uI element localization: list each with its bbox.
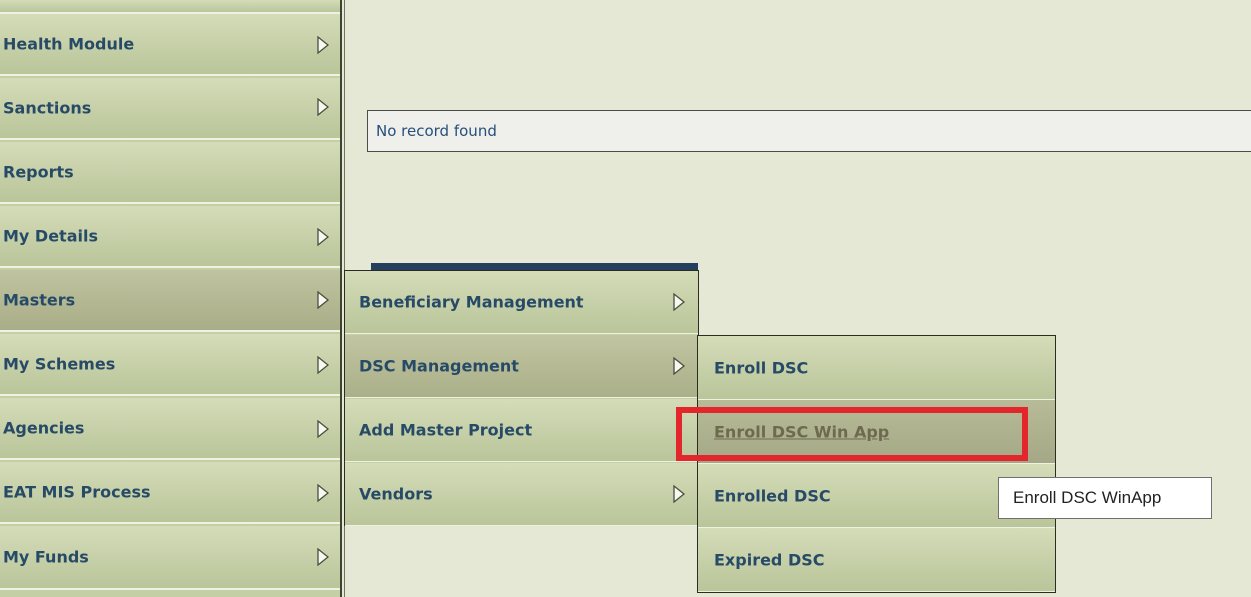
sidebar-item-my-funds[interactable]: My Funds [0, 526, 340, 590]
sidebar-menu: Health Module Sanctions Reports My Detai… [0, 0, 340, 597]
sidebar-item-agencies[interactable]: Agencies [0, 398, 340, 460]
submenu-item-label: Enroll DSC [714, 358, 809, 377]
chevron-right-icon [672, 357, 686, 375]
submenu-item-enroll-dsc[interactable]: Enroll DSC [698, 336, 1055, 400]
tooltip: Enroll DSC WinApp [998, 477, 1212, 519]
submenu-item-label: Expired DSC [714, 550, 825, 569]
chevron-right-icon [316, 484, 330, 502]
sidebar-top-strip [0, 0, 340, 14]
sidebar-item-label: My Schemes [3, 354, 116, 374]
records-table-empty: No record found [367, 110, 1251, 152]
chevron-right-icon [316, 420, 330, 438]
sidebar-item-my-schemes[interactable]: My Schemes [0, 334, 340, 396]
sidebar-item-reports[interactable]: Reports [0, 142, 340, 204]
sidebar-divider [340, 0, 342, 597]
submenu-item-label: Beneficiary Management [359, 292, 584, 312]
empty-message: No record found [376, 122, 497, 140]
chevron-right-icon [672, 293, 686, 311]
submenu-item-beneficiary-management[interactable]: Beneficiary Management [345, 271, 698, 334]
sidebar-item-masters[interactable]: Masters [0, 270, 340, 332]
sidebar-item-label: Health Module [3, 34, 135, 54]
submenu-item-label: Add Master Project [359, 420, 533, 440]
sidebar-item-label: Agencies [3, 418, 85, 438]
chevron-right-icon [316, 36, 330, 54]
submenu-item-label: Enrolled DSC [714, 486, 831, 505]
sidebar-item-my-details[interactable]: My Details [0, 206, 340, 268]
sidebar-item-label: My Funds [3, 547, 89, 567]
submenu-item-dsc-management[interactable]: DSC Management [345, 335, 698, 398]
header-bar [371, 263, 698, 270]
chevron-right-icon [316, 356, 330, 374]
sidebar-item-label: EAT MIS Process [3, 482, 151, 502]
sidebar-item-label: Reports [3, 162, 74, 182]
submenu-item-expired-dsc[interactable]: Expired DSC [698, 528, 1055, 592]
submenu-item-label: DSC Management [359, 356, 519, 376]
masters-submenu: Beneficiary Management DSC Management Ad… [344, 270, 699, 526]
highlight-box [676, 407, 1028, 461]
chevron-right-icon [316, 98, 330, 116]
sidebar-item-eat-mis-process[interactable]: EAT MIS Process [0, 462, 340, 524]
sidebar-item-label: My Details [3, 226, 98, 246]
chevron-right-icon [316, 291, 330, 309]
sidebar-item-health-module[interactable]: Health Module [0, 14, 340, 76]
chevron-right-icon [316, 228, 330, 246]
chevron-right-icon [672, 485, 686, 503]
sidebar-item-sanctions[interactable]: Sanctions [0, 78, 340, 140]
submenu-item-add-master-project[interactable]: Add Master Project [345, 399, 698, 462]
dsc-management-submenu: Enroll DSC Enroll DSC Win App Enrolled D… [697, 335, 1056, 593]
submenu-item-vendors[interactable]: Vendors [345, 463, 698, 526]
tooltip-text: Enroll DSC WinApp [1013, 488, 1162, 507]
submenu-item-label: Vendors [359, 484, 433, 504]
sidebar-item-label: Masters [3, 290, 76, 310]
chevron-right-icon [316, 548, 330, 566]
sidebar-item-label: Sanctions [3, 98, 92, 118]
